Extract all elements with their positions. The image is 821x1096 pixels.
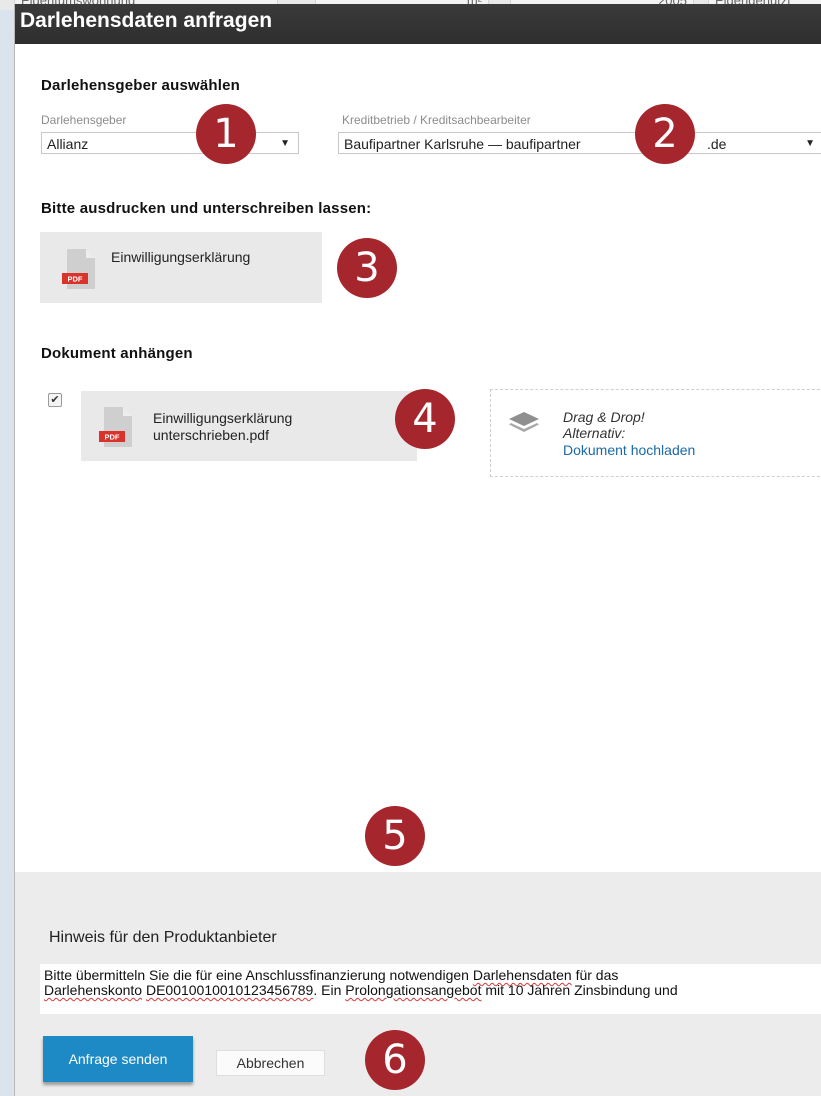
print-section-heading: Bitte ausdrucken und unterschreiben lass… — [41, 200, 372, 217]
pdf-file-icon: PDF — [99, 407, 132, 447]
annotation-marker-3: 3 — [337, 238, 397, 298]
lender-section-heading: Darlehensgeber auswählen — [41, 77, 241, 94]
upload-stack-icon — [509, 412, 539, 432]
dialog-title: Darlehensdaten anfragen — [20, 9, 273, 32]
provider-note-title: Hinweis für den Produktanbieter — [49, 929, 277, 946]
svg-text:PDF: PDF — [68, 275, 83, 284]
dialog-titlebar: Darlehensdaten anfragen — [15, 4, 821, 44]
provider-note-line1: Bitte übermitteln Sie die für eine Ansch… — [44, 967, 619, 983]
lender-select[interactable]: Allianz ▼ — [41, 132, 299, 154]
provider-note-line2: Darlehenskonto DE0010010010123456789. Ei… — [44, 982, 678, 998]
broker-select[interactable]: Baufipartner Karlsruhe — baufipartner .de… — [338, 132, 821, 154]
caret-down-icon: ▼ — [805, 138, 815, 149]
annotation-marker-5: 5 — [365, 806, 425, 866]
pdf-file-icon: PDF — [62, 249, 95, 289]
lender-select-value: Allianz — [47, 136, 89, 152]
cancel-button[interactable]: Abbrechen — [216, 1050, 325, 1076]
consent-form-name: Einwilligungserklärung — [111, 249, 251, 265]
consent-form-download[interactable]: PDF Einwilligungserklärung — [40, 232, 322, 303]
broker-label: Kreditbetrieb / Kreditsachbearbeiter — [342, 113, 531, 127]
upload-document-link[interactable]: Dokument hochladen — [563, 442, 695, 458]
dropzone-alternative-text: Alternativ: — [563, 425, 626, 441]
svg-text:PDF: PDF — [105, 433, 120, 442]
request-dialog: Darlehensdaten anfragen Darlehensgeber a… — [14, 4, 821, 1096]
upload-dropzone[interactable]: Drag & Drop! Alternativ: Dokument hochla… — [490, 389, 821, 477]
lender-label: Darlehensgeber — [41, 113, 127, 127]
attached-document-name-line2: unterschrieben.pdf — [153, 427, 269, 443]
attached-document-name-line1: Einwilligungserklärung — [153, 410, 293, 426]
broker-select-value-suffix: .de — [707, 136, 727, 152]
caret-down-icon: ▼ — [280, 138, 290, 149]
annotation-marker-2: 2 — [635, 104, 695, 164]
attachment-checkbox[interactable]: ✔ — [48, 393, 62, 407]
annotation-marker-1: 1 — [196, 104, 256, 164]
annotation-marker-6: 6 — [365, 1030, 425, 1090]
attached-document[interactable]: PDF Einwilligungserklärung unterschriebe… — [81, 391, 417, 461]
annotation-marker-4: 4 — [395, 389, 455, 449]
provider-note-textarea[interactable]: Bitte übermitteln Sie die für eine Ansch… — [40, 964, 821, 1014]
attach-section-heading: Dokument anhängen — [41, 345, 193, 362]
send-request-button[interactable]: Anfrage senden — [43, 1036, 193, 1082]
dropzone-drag-text: Drag & Drop! — [563, 409, 645, 425]
broker-select-value: Baufipartner Karlsruhe — baufipartner — [344, 136, 581, 152]
